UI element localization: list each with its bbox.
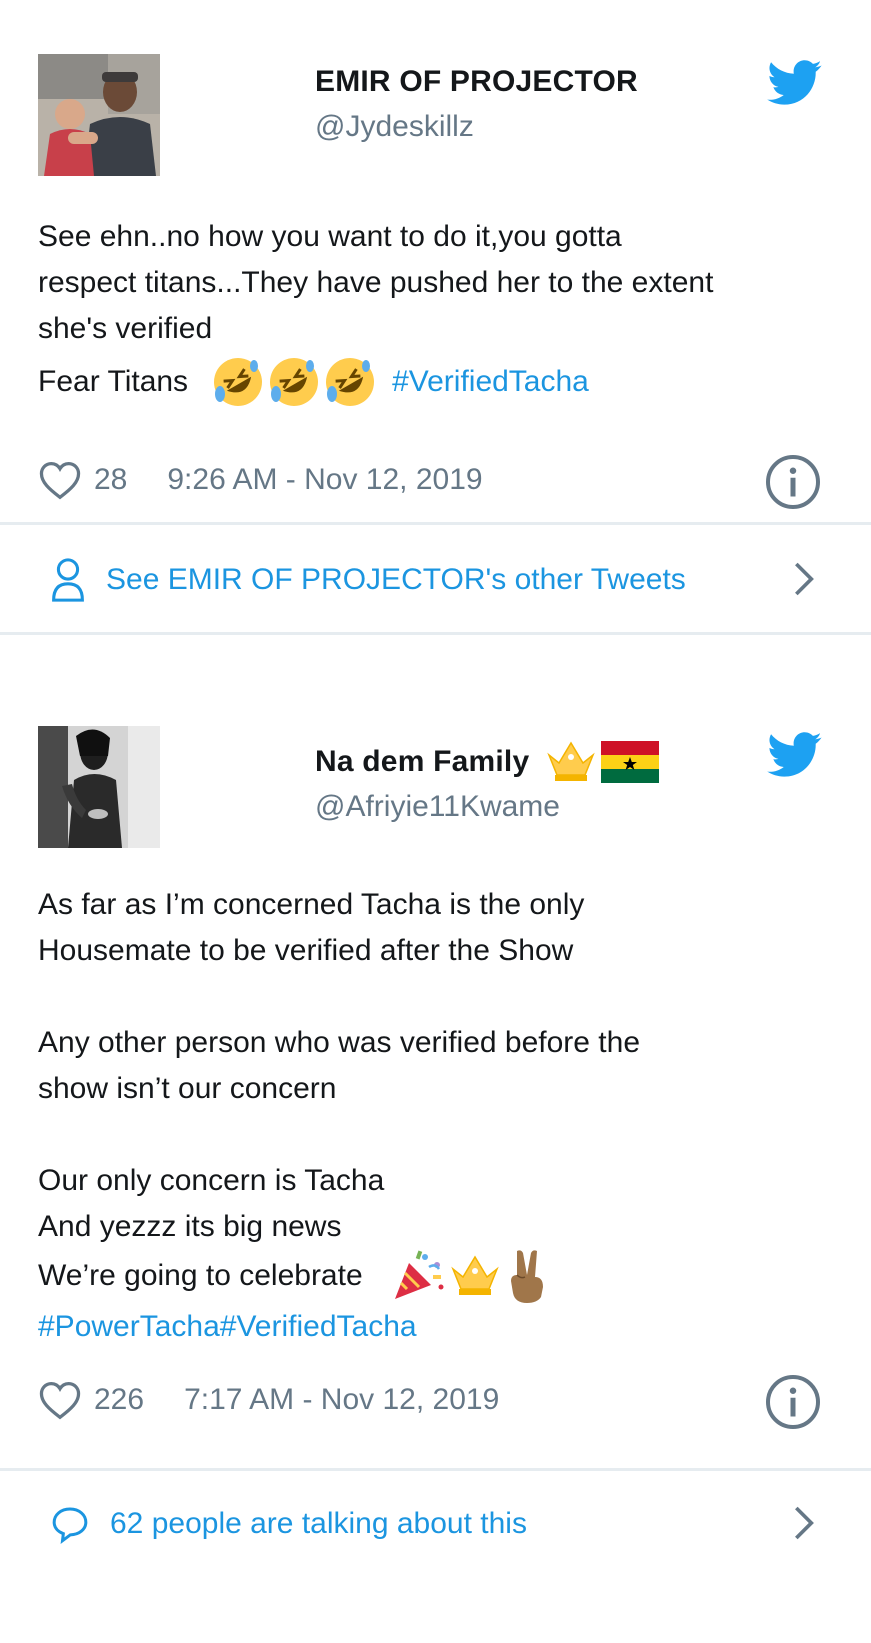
chevron-right-icon[interactable] bbox=[783, 559, 823, 599]
text-line: Our only concern is Tacha bbox=[38, 1164, 385, 1197]
conversation-link[interactable]: 62 people are talking about this bbox=[50, 1489, 823, 1559]
text-line: We’re going to celebrate bbox=[38, 1259, 363, 1292]
hashtag-link[interactable]: #PowerTacha#VerifiedTacha bbox=[38, 1304, 831, 1350]
hashtag-link[interactable]: #VerifiedTacha bbox=[392, 359, 589, 405]
text-line: Fear Titans bbox=[38, 365, 189, 398]
tweet-card-1: EMIR OF PROJECTOR @Jydeskillz See ehn..n… bbox=[0, 0, 871, 660]
tweet-text: See ehn..no how you want to do it,you go… bbox=[38, 214, 831, 410]
divider bbox=[0, 632, 871, 635]
rofl-emoji bbox=[326, 358, 375, 406]
see-other-tweets-label[interactable]: See EMIR OF PROJECTOR's other Tweets bbox=[106, 563, 686, 597]
text-line: And yezzz its big news bbox=[38, 1210, 342, 1243]
tweet-meta: 28 9:26 AM - Nov 12, 2019 bbox=[38, 450, 823, 510]
speech-bubble-icon bbox=[52, 1507, 88, 1544]
author-handle[interactable]: @Jydeskillz bbox=[315, 110, 638, 144]
text-line: show isn’t our concern bbox=[38, 1072, 337, 1105]
see-other-tweets-link[interactable]: See EMIR OF PROJECTOR's other Tweets bbox=[50, 545, 823, 615]
ghana-flag-emoji bbox=[601, 741, 660, 783]
crown-emoji bbox=[450, 1255, 499, 1295]
text-line: Housemate to be verified after the Show bbox=[38, 934, 574, 967]
like-count[interactable]: 226 bbox=[94, 1383, 144, 1417]
twitter-bird-icon[interactable] bbox=[767, 60, 823, 106]
tweet-timestamp[interactable]: 9:26 AM - Nov 12, 2019 bbox=[167, 463, 482, 497]
chevron-right-icon[interactable] bbox=[783, 1503, 823, 1543]
divider bbox=[0, 522, 871, 525]
person-icon bbox=[52, 558, 84, 602]
info-icon[interactable] bbox=[763, 1372, 823, 1432]
text-line: As far as I’m concerned Tacha is the onl… bbox=[38, 888, 585, 921]
tweet-timestamp[interactable]: 7:17 AM - Nov 12, 2019 bbox=[184, 1383, 499, 1417]
crown-emoji bbox=[547, 741, 596, 781]
heart-icon[interactable] bbox=[38, 460, 82, 500]
rofl-emoji bbox=[214, 358, 263, 406]
tweet-text: As far as I’m concerned Tacha is the onl… bbox=[38, 882, 831, 1350]
rofl-emoji bbox=[270, 358, 319, 406]
divider bbox=[0, 1468, 871, 1471]
text-line-with-emoji: Fear Titans #VerifiedTacha bbox=[38, 354, 831, 410]
conversation-label[interactable]: 62 people are talking about this bbox=[110, 1507, 527, 1541]
heart-icon[interactable] bbox=[38, 1380, 82, 1420]
like-count[interactable]: 28 bbox=[94, 463, 127, 497]
text-line: See ehn..no how you want to do it,you go… bbox=[38, 220, 622, 253]
tweet-card-2: Na dem Family @Afriyie11Kwame As far as … bbox=[0, 660, 871, 1643]
twitter-bird-icon[interactable] bbox=[767, 732, 823, 778]
author-name[interactable]: EMIR OF PROJECTOR bbox=[315, 65, 638, 99]
text-line: respect titans...They have pushed her to… bbox=[38, 266, 714, 299]
avatar[interactable] bbox=[38, 54, 160, 176]
author-name[interactable]: Na dem Family bbox=[315, 745, 529, 779]
tweet-author: EMIR OF PROJECTOR @Jydeskillz bbox=[315, 58, 638, 144]
author-handle[interactable]: @Afriyie11Kwame bbox=[315, 790, 659, 824]
text-line-with-emoji: We’re going to celebrate bbox=[38, 1248, 831, 1304]
party-popper-emoji bbox=[394, 1250, 444, 1299]
tweet-author: Na dem Family @Afriyie11Kwame bbox=[315, 738, 660, 824]
avatar[interactable] bbox=[38, 726, 160, 848]
victory-hand-emoji bbox=[510, 1250, 543, 1303]
text-line: Any other person who was verified before… bbox=[38, 1026, 641, 1059]
text-line: she's verified bbox=[38, 312, 213, 345]
info-icon[interactable] bbox=[763, 452, 823, 512]
tweet-meta: 226 7:17 AM - Nov 12, 2019 bbox=[38, 1370, 823, 1430]
